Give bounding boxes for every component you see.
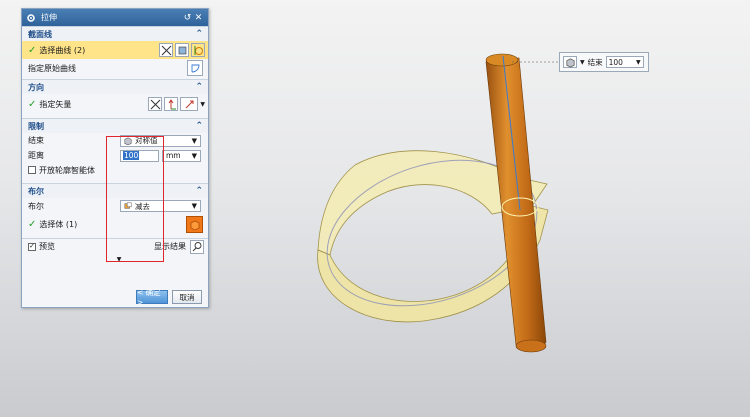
chevron-up-icon[interactable]: ⌃ (195, 82, 203, 92)
chevron-down-icon: ▼ (191, 136, 197, 145)
mini-end-label: 结束 (587, 57, 603, 67)
preview-checkbox[interactable]: ✓ (28, 242, 36, 251)
select-body-label: 选择体 (1) (39, 219, 78, 229)
dialog-titlebar: 拉伸 ↺ ✕ (22, 9, 208, 26)
cube-icon[interactable] (563, 56, 577, 68)
distance-unit-select[interactable]: mm ▼ (162, 149, 201, 162)
specify-vector-label: 指定矢量 (39, 99, 72, 109)
vector-icon[interactable] (164, 97, 179, 111)
end-limit-mini-toolbar: ▼ 结束 100 ▼ (559, 52, 649, 72)
boolean-label: 布尔 (28, 201, 44, 211)
origin-curve-icon[interactable] (187, 60, 203, 76)
mini-end-value: 100 (608, 57, 623, 67)
extrude-dialog: 拉伸 ↺ ✕ 截面线 ⌃ ✓ 选择曲线 (2) 指定原始曲线 方向 ⌃ ✓ 指定… (21, 8, 209, 308)
curve-rule-icon[interactable] (159, 43, 173, 57)
specify-origin-row[interactable]: 指定原始曲线 (22, 59, 208, 77)
distance-unit: mm (166, 151, 181, 160)
chevron-down-icon[interactable]: ▼ (580, 59, 585, 66)
solid-body-icon[interactable] (186, 215, 203, 233)
sketch-section-icon[interactable] (191, 43, 205, 57)
intersect-icon[interactable] (175, 43, 189, 57)
check-icon: ✓ (28, 218, 37, 230)
vector-constructor-icon[interactable] (180, 97, 199, 111)
section-curve-title: 截面线 (28, 29, 52, 39)
cancel-button[interactable]: 取消 (172, 290, 202, 304)
rod-bottom-cap (515, 339, 547, 353)
chevron-up-icon[interactable]: ⌃ (195, 29, 203, 39)
check-icon: ✓ (28, 98, 37, 110)
open-profile-checkbox[interactable] (28, 166, 36, 174)
check-icon: ✓ (28, 44, 37, 56)
dialog-title: 拉伸 (41, 13, 57, 22)
mini-end-value-input[interactable]: 100 ▼ (605, 56, 644, 68)
reset-icon[interactable]: ↺ (182, 13, 193, 23)
chevron-up-icon[interactable]: ⌃ (195, 121, 203, 131)
limits-header[interactable]: 限制 ⌃ (22, 118, 208, 133)
chevron-down-icon: ▼ (191, 151, 197, 160)
direction-header[interactable]: 方向 ⌃ (22, 79, 208, 94)
boolean-title: 布尔 (28, 186, 44, 196)
specify-origin-label: 指定原始曲线 (28, 63, 76, 73)
select-curve-row[interactable]: ✓ 选择曲线 (2) (22, 41, 208, 59)
chevron-down-icon[interactable]: ▼ (636, 59, 641, 66)
preview-label: 预览 (39, 242, 55, 251)
annotation-callout (106, 136, 164, 262)
reverse-direction-icon[interactable] (148, 97, 163, 111)
section-curve-header[interactable]: 截面线 ⌃ (22, 26, 208, 41)
gear-icon (27, 13, 35, 22)
open-profile-label: 开放轮廓智能体 (39, 165, 95, 175)
rod-top-cap (485, 53, 519, 67)
distance-label: 距离 (28, 151, 44, 160)
direction-title: 方向 (28, 82, 44, 92)
chevron-down-icon: ▼ (191, 202, 197, 210)
limits-title: 限制 (28, 121, 44, 131)
chevron-up-icon[interactable]: ⌃ (195, 186, 203, 196)
specify-vector-row[interactable]: ✓ 指定矢量 ▼ (22, 94, 208, 114)
chevron-down-icon[interactable]: ▼ (200, 101, 205, 108)
ok-button[interactable]: < 确定 > (136, 288, 168, 307)
magnifier-icon[interactable] (190, 239, 204, 254)
select-curve-label: 选择曲线 (2) (39, 45, 86, 55)
close-icon[interactable]: ✕ (193, 13, 204, 23)
end-label: 结束 (28, 136, 44, 145)
